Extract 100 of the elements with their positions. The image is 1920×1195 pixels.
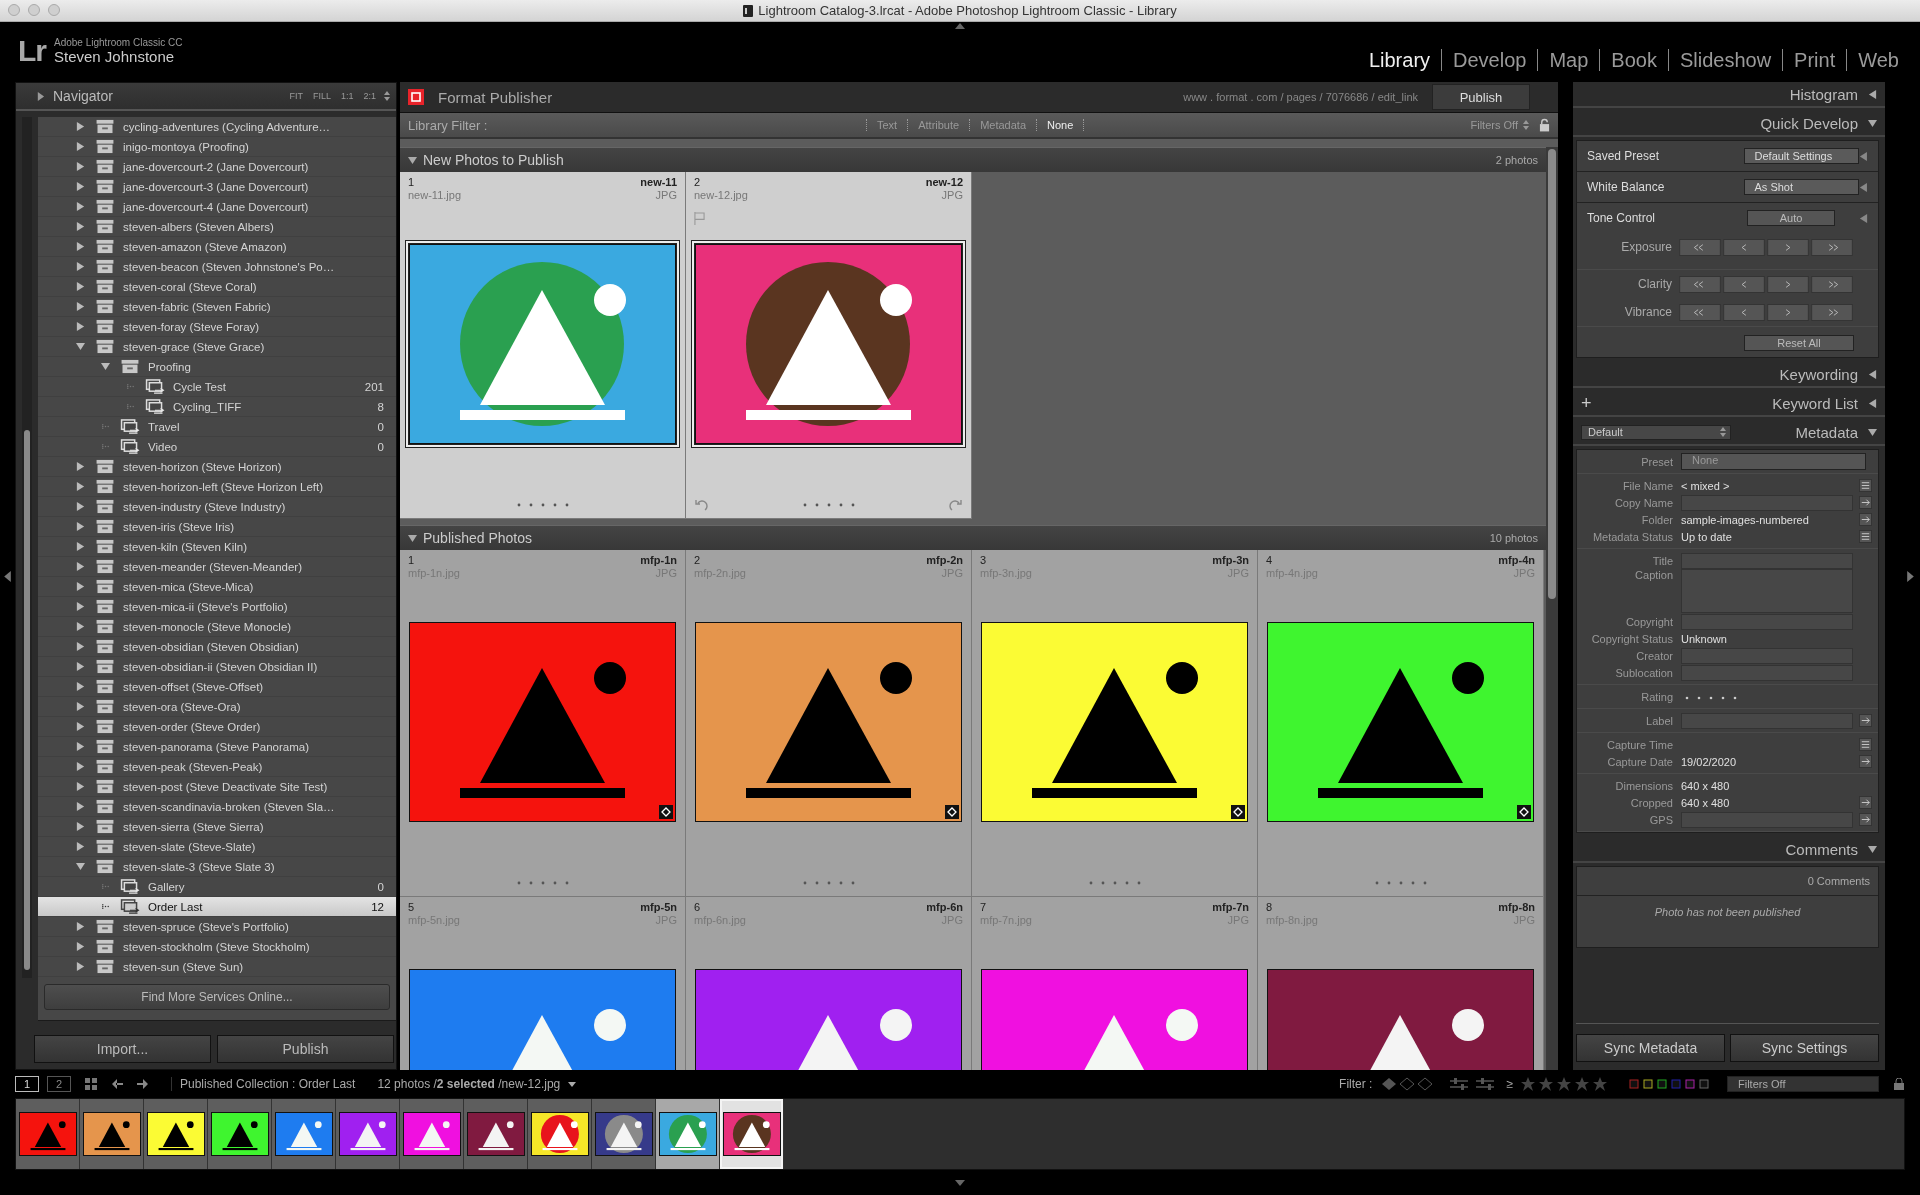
tree-row[interactable]: jane-dovercourt-4 (Jane Dovercourt) bbox=[38, 197, 396, 217]
module-tab[interactable]: Library bbox=[1357, 49, 1442, 71]
tree-label: Cycle Test bbox=[173, 380, 227, 393]
field-label: Title bbox=[1651, 554, 1673, 567]
tree-row[interactable]: steven-mica-ii (Steve's Portfolio) bbox=[38, 597, 396, 617]
tree-row[interactable]: steven-beacon (Steven Johnstone's Po… bbox=[38, 257, 396, 277]
zoom-option[interactable]: FIT bbox=[289, 91, 303, 101]
tree-row[interactable]: steven-fabric (Steven Fabric) bbox=[38, 297, 396, 317]
zoom-option[interactable]: 1:1 bbox=[340, 91, 354, 101]
publisher-link[interactable]: www . format . com / pages / 7076686 / edit_link bbox=[1183, 91, 1418, 103]
tree-row[interactable]: jane-dovercourt-2 (Jane Dovercourt) bbox=[38, 157, 396, 177]
status-dropdown[interactable]: Unknown bbox=[1681, 632, 1727, 645]
view-button[interactable]: 1 bbox=[15, 1076, 39, 1092]
tree-row[interactable]: steven-foray (Steve Foray) bbox=[38, 317, 396, 337]
panel-title: Keywording bbox=[1779, 365, 1858, 383]
tree-row[interactable]: steven-kiln (Steven Kiln) bbox=[38, 537, 396, 557]
tree-row[interactable]: steven-monocle (Steve Monocle) bbox=[38, 617, 396, 637]
tree-row[interactable]: steven-ora (Steve-Ora) bbox=[38, 697, 396, 717]
tree-row[interactable]: steven-peak (Steven-Peak) bbox=[38, 757, 396, 777]
module-tab[interactable]: Map bbox=[1537, 49, 1600, 71]
tree-row[interactable]: steven-obsidian-ii (Steven Obsidian II) bbox=[38, 657, 396, 677]
tree-row[interactable]: Cycle Test 201 bbox=[38, 377, 396, 397]
panel-header[interactable]: Comments bbox=[1573, 837, 1885, 863]
tree-row[interactable]: steven-spruce (Steve's Portfolio) bbox=[38, 917, 396, 937]
metadata-preset-dropdown[interactable]: Default bbox=[1581, 424, 1731, 440]
tree-row[interactable]: cycling-adventures (Cycling Adventure… bbox=[38, 117, 396, 137]
panel-header[interactable]: + Keyword List bbox=[1573, 391, 1885, 417]
reset-all-button[interactable]: Reset All bbox=[1744, 335, 1854, 351]
panel-title: Navigator bbox=[53, 88, 114, 104]
tree-row[interactable]: steven-slate (Steve-Slate) bbox=[38, 837, 396, 857]
module-tab[interactable]: Develop bbox=[1441, 49, 1538, 71]
zoom-option[interactable]: FILL bbox=[312, 91, 331, 101]
view-button[interactable]: 2 bbox=[47, 1076, 71, 1092]
filter-tab[interactable]: None bbox=[1036, 119, 1085, 131]
file-type: JPG bbox=[941, 189, 963, 202]
selection-status[interactable]: 12 photos /2 selected /new-12.jpg bbox=[377, 1077, 561, 1091]
tree-row[interactable]: Proofing bbox=[38, 357, 396, 377]
publish-button[interactable]: Publish bbox=[1432, 84, 1530, 110]
section-header[interactable]: Published Photos 10 photos bbox=[400, 525, 1546, 550]
tree-row[interactable]: steven-scandinavia-broken (Steven Sla… bbox=[38, 797, 396, 817]
section-header[interactable]: New Photos to Publish 2 photos bbox=[400, 147, 1546, 172]
tree-row[interactable]: Cycling_TIFF 8 bbox=[38, 397, 396, 417]
zoom-option[interactable]: 2:1 bbox=[363, 91, 376, 101]
add-keyword-button[interactable]: + bbox=[1581, 392, 1592, 414]
tree-row[interactable]: inigo-montoya (Proofing) bbox=[38, 137, 396, 157]
sync-button[interactable]: Sync Settings bbox=[1730, 1034, 1879, 1062]
panel-title: Histogram bbox=[1789, 85, 1858, 103]
module-tab[interactable]: Print bbox=[1782, 49, 1847, 71]
field-value: 640 x 480 bbox=[1681, 796, 1730, 809]
tree-label: jane-dovercourt-3 (Jane Dovercourt) bbox=[123, 180, 310, 193]
tree-row[interactable]: steven-order (Steve Order) bbox=[38, 717, 396, 737]
tree-label: steven-foray (Steve Foray) bbox=[123, 320, 261, 333]
panel-header[interactable]: Keywording bbox=[1573, 362, 1885, 388]
tree-row[interactable]: steven-grace (Steve Grace) bbox=[38, 337, 396, 357]
panel-header[interactable]: Quick Develop bbox=[1573, 111, 1885, 137]
tree-row[interactable]: steven-mica (Steve-Mica) bbox=[38, 577, 396, 597]
collection-path[interactable]: Published Collection : Order Last bbox=[171, 1077, 356, 1091]
rating-operator[interactable]: ≥ bbox=[1506, 1077, 1513, 1091]
photo-index: 2 bbox=[694, 176, 701, 189]
tree-row[interactable]: steven-horizon (Steve Horizon) bbox=[38, 457, 396, 477]
tree-row[interactable]: steven-offset (Steve-Offset) bbox=[38, 677, 396, 697]
tree-row[interactable]: steven-stockholm (Steve Stockholm) bbox=[38, 937, 396, 957]
field-label: Saved Preset bbox=[1587, 149, 1661, 163]
tree-row[interactable]: jane-dovercourt-3 (Jane Dovercourt) bbox=[38, 177, 396, 197]
panel-header[interactable]: Default Metadata bbox=[1573, 420, 1885, 446]
tree-row[interactable]: Video 0 bbox=[38, 437, 396, 457]
comments-message: Photo has not been published bbox=[1653, 905, 1802, 918]
preset-dropdown[interactable]: Default Settings bbox=[1743, 148, 1860, 164]
tree-row[interactable]: steven-industry (Steve Industry) bbox=[38, 497, 396, 517]
tree-row[interactable]: steven-albers (Steven Albers) bbox=[38, 217, 396, 237]
panel-header[interactable]: Histogram bbox=[1573, 82, 1885, 108]
module-tab[interactable]: Web bbox=[1846, 49, 1910, 71]
tree-row[interactable]: steven-panorama (Steve Panorama) bbox=[38, 737, 396, 757]
module-tab[interactable]: Book bbox=[1599, 49, 1668, 71]
tree-row[interactable]: steven-iris (Steve Iris) bbox=[38, 517, 396, 537]
tree-row[interactable]: steven-meander (Steven-Meander) bbox=[38, 557, 396, 577]
tree-row[interactable]: steven-slate-3 (Steve Slate 3) bbox=[38, 857, 396, 877]
photo-cell[interactable]: 2 new-12 new-12.jpg JPG bbox=[686, 172, 972, 519]
balance-dropdown[interactable]: As Shot bbox=[1743, 179, 1860, 195]
tree-row[interactable]: steven-post (Steve Deactivate Site Test) bbox=[38, 777, 396, 797]
panel-button[interactable]: Import... bbox=[34, 1035, 211, 1063]
tree-label: steven-kiln (Steven Kiln) bbox=[123, 540, 248, 553]
sync-button[interactable]: Sync Metadata bbox=[1576, 1034, 1725, 1062]
tree-row[interactable]: steven-amazon (Steve Amazon) bbox=[38, 237, 396, 257]
tree-row[interactable]: steven-sun (Steve Sun) bbox=[38, 957, 396, 977]
tree-row[interactable]: Travel 0 bbox=[38, 417, 396, 437]
field-label: Dimensions bbox=[1614, 779, 1673, 792]
auto-button[interactable]: Auto bbox=[1747, 210, 1835, 226]
module-tab[interactable]: Slideshow bbox=[1667, 49, 1783, 71]
panel-button[interactable]: Publish bbox=[217, 1035, 394, 1063]
tree-row[interactable]: Order Last 12 bbox=[38, 897, 396, 917]
tree-row[interactable]: steven-sierra (Steve Sierra) bbox=[38, 817, 396, 837]
tree-row[interactable]: steven-horizon-left (Steve Horizon Left) bbox=[38, 477, 396, 497]
panel-header[interactable]: Navigator FIT FILL 1:1 2:1 bbox=[16, 83, 396, 111]
photo-cell[interactable]: 1 new-11 new-11.jpg JPG bbox=[400, 172, 686, 519]
filter-preset-dropdown[interactable]: Filters Off bbox=[1727, 1076, 1879, 1092]
tree-row[interactable]: steven-coral (Steve Coral) bbox=[38, 277, 396, 297]
tree-label: steven-stockholm (Steve Stockholm) bbox=[123, 940, 311, 953]
tree-row[interactable]: steven-obsidian (Steven Obsidian) bbox=[38, 637, 396, 657]
find-services-button[interactable]: Find More Services Online... bbox=[44, 984, 390, 1010]
